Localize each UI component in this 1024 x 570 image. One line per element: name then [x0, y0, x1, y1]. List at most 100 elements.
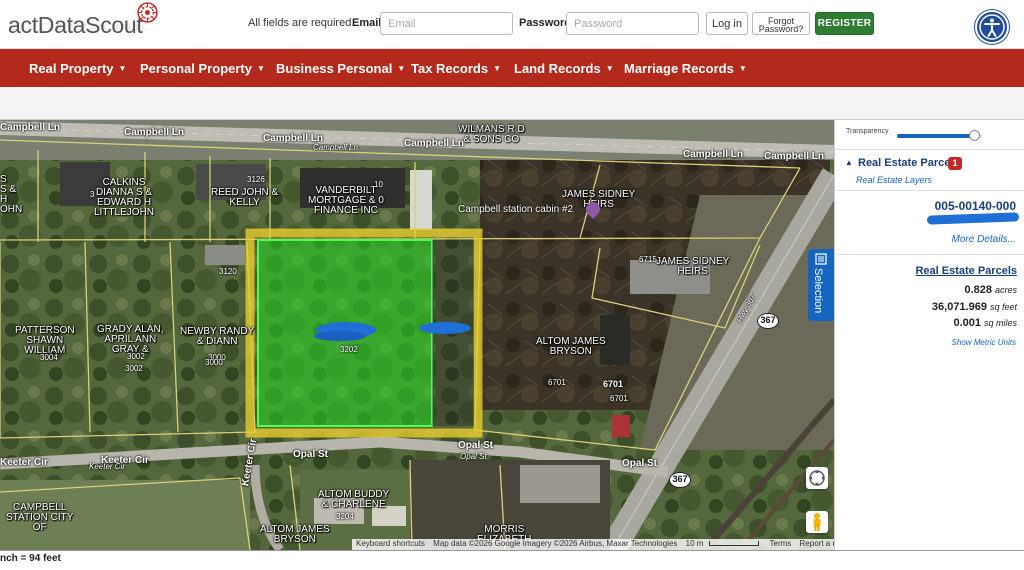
caret-down-icon: ▼: [397, 64, 406, 73]
owner-label: NEWBY RANDY & DIANN: [180, 326, 255, 347]
house-number: 3: [90, 190, 95, 199]
highway-shield: 367: [757, 313, 779, 329]
layer-count-badge: 1: [948, 157, 962, 170]
password-input[interactable]: [566, 12, 699, 35]
nav-marriage-records[interactable]: Marriage Records ▼: [624, 61, 747, 76]
show-metric-units-link[interactable]: Show Metric Units: [952, 338, 1016, 347]
scale-bar: [709, 541, 760, 546]
house-number: 6701: [610, 394, 628, 403]
house-number: 10: [374, 180, 383, 189]
terms-link[interactable]: Terms: [770, 539, 792, 548]
caret-down-icon: ▼: [118, 64, 127, 73]
sqmi-value: 0.001: [953, 317, 981, 329]
house-number: 6701: [548, 378, 566, 387]
accessibility-button[interactable]: [975, 10, 1009, 44]
road-label: Keeter Cir: [89, 462, 126, 471]
owner-label: GRADY ALAN, APRIL ANN GRAY &: [97, 324, 164, 355]
forgot-password-button[interactable]: Forgot Password?: [752, 12, 810, 35]
owner-label: VANDERBILT MORTGAGE & 0 FINANCE INC: [308, 185, 384, 216]
owner-label: WILMANS R D & SONS CO: [458, 124, 525, 145]
fullscreen-button[interactable]: [806, 467, 828, 489]
road-label: Campbell Ln: [124, 127, 185, 138]
road-label: Opal St: [622, 458, 658, 469]
register-button[interactable]: REGISTER: [815, 12, 874, 35]
nav-label: Tax Records: [411, 61, 489, 76]
house-number: 3002: [127, 352, 145, 361]
slider-fill: [897, 134, 974, 138]
transparency-label: Transparency: [846, 128, 889, 135]
owner-label: CAMPBELL STATION CITY OF: [6, 502, 74, 533]
map-toolbar: [0, 87, 1024, 120]
nav-personal-property[interactable]: Personal Property ▼: [140, 61, 265, 76]
owner-label: CALKINS DIANNA S & EDWARD H LITTLEJOHN: [94, 177, 155, 218]
login-button[interactable]: Log in: [706, 12, 748, 35]
road-label: Keeter Cir: [0, 457, 48, 468]
house-number: 3000: [205, 358, 223, 367]
email-input[interactable]: [380, 12, 513, 35]
road-label: Campbell Ln: [764, 151, 825, 162]
owner-label: JAMES SIDNEYHEIRS: [656, 256, 730, 277]
owner-label: ALTOM BUDDY & CHARLENE: [318, 489, 390, 510]
caret-down-icon: ▼: [738, 64, 747, 73]
slider-handle[interactable]: [969, 130, 980, 141]
move-arrows-icon: [809, 470, 825, 486]
email-label: Email: [352, 17, 382, 29]
footer: [0, 550, 1024, 570]
caret-down-icon: ▼: [605, 64, 614, 73]
owner-label: REED JOHN & KELLY: [211, 187, 279, 208]
scale-text: nch = 94 feet: [0, 553, 61, 564]
road-label: Campbell Ln: [0, 122, 61, 133]
acres-row: 0.828 acres: [964, 284, 1017, 296]
selection-tab-label: Selection: [812, 268, 824, 314]
map-data-credit: Map data ©2026 Google Imagery ©2026 Airb…: [433, 539, 678, 548]
street-view-button[interactable]: [806, 511, 828, 533]
nav-label: Real Property: [29, 61, 114, 76]
parcel-id[interactable]: 005-00140-000: [935, 199, 1016, 213]
highway-shield: 367: [669, 472, 691, 488]
layer-title[interactable]: Real Estate Parcels: [858, 157, 960, 169]
house-number: 6715: [639, 255, 657, 264]
house-number: 3004: [40, 353, 58, 362]
accessibility-person-icon: [979, 14, 1005, 40]
nav-label: Business Personal: [276, 61, 393, 76]
map-view[interactable]: Campbell Ln Campbell Ln Campbell Ln Camp…: [0, 120, 834, 550]
map-scale[interactable]: 10 m: [686, 539, 704, 548]
road-label: Campbell Ln: [313, 143, 358, 152]
acres-unit: acres: [994, 285, 1017, 295]
owner-label: ALTOM JAMES BRYSON: [536, 336, 606, 357]
place-label: Campbell station cabin #2: [458, 204, 574, 215]
map-attribution: Keyboard shortcuts Map data ©2026 Google…: [352, 539, 878, 550]
house-number: 3204: [336, 512, 354, 521]
house-number: 3202: [340, 345, 358, 354]
password-label: Password: [519, 17, 571, 29]
nav-business-personal[interactable]: Business Personal ▼: [276, 61, 405, 76]
nav-tax-records[interactable]: Tax Records ▼: [411, 61, 501, 76]
house-number: 3002: [125, 364, 143, 373]
sqmi-unit: sq miles: [983, 318, 1017, 328]
nav-label: Land Records: [514, 61, 601, 76]
road-label: Opal St: [293, 449, 329, 460]
caret-down-icon: ▼: [257, 64, 265, 73]
sqft-value: 36,071.969: [931, 301, 987, 313]
house-number: 6701: [603, 379, 624, 389]
sqmi-row: 0.001 sq miles: [953, 317, 1017, 329]
nav-label: Personal Property: [140, 61, 252, 76]
nav-real-property[interactable]: Real Property ▼: [29, 61, 126, 76]
road-label: Campbell Ln: [404, 138, 465, 149]
keyboard-shortcuts-link[interactable]: Keyboard shortcuts: [356, 539, 425, 548]
owner-label: ALTOM JAMES BRYSON: [260, 524, 330, 545]
road-label: Opal St: [460, 452, 487, 461]
house-number: 3126: [247, 175, 265, 184]
header: actDataScout actDataScout All fields are…: [0, 0, 1024, 49]
house-number: 3120: [219, 267, 237, 276]
collapse-triangle-icon[interactable]: ▲: [845, 158, 853, 167]
owner-label: SS & H OHN: [0, 174, 23, 215]
main-nav: Real Property ▼ Personal Property ▼ Busine…: [0, 49, 1024, 87]
acres-value: 0.828: [964, 284, 992, 296]
caret-down-icon: ▼: [493, 64, 501, 73]
logo-sun-icon: [137, 2, 158, 23]
more-details-link[interactable]: More Details...: [952, 234, 1016, 245]
nav-land-records[interactable]: Land Records ▼: [514, 61, 614, 76]
road-label: Opal St: [458, 440, 494, 451]
required-note: All fields are required.: [248, 17, 355, 29]
